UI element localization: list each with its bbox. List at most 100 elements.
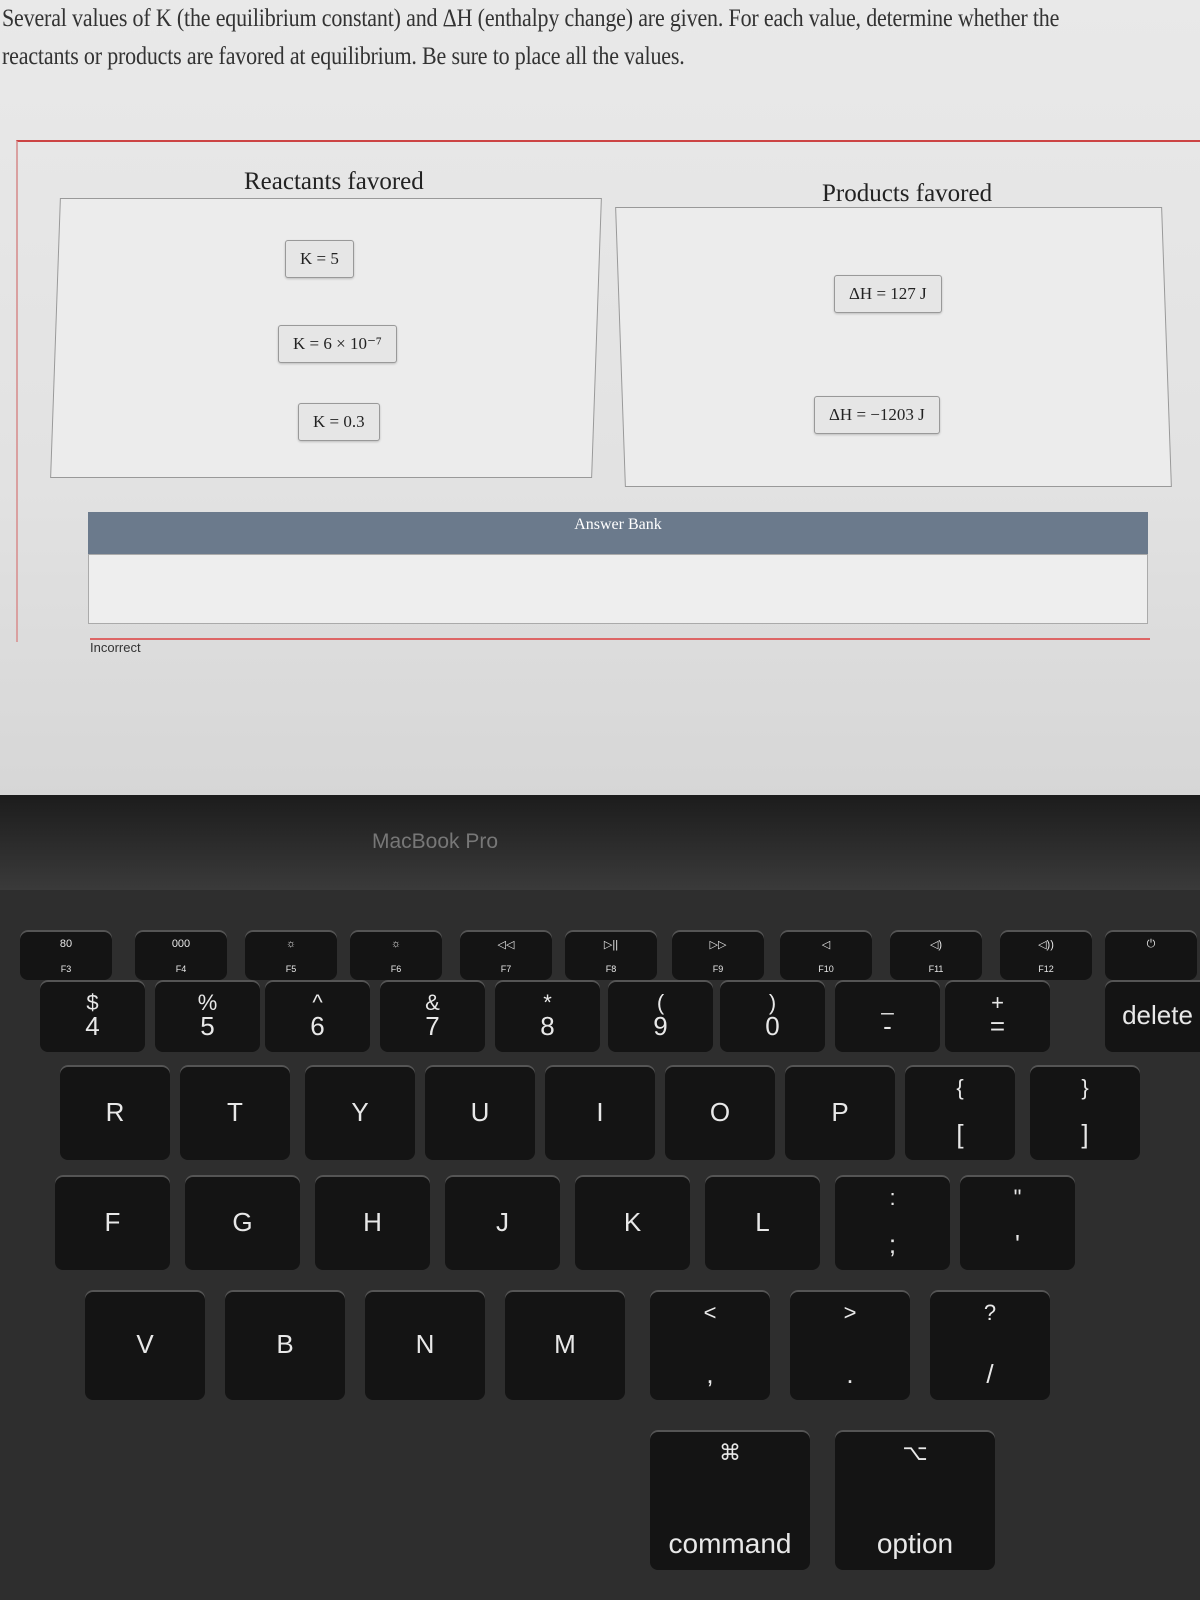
instructions: Several values of K (the equilibrium con… bbox=[2, 5, 1060, 70]
key-7[interactable]: & 7 bbox=[380, 980, 485, 1052]
key-o[interactable]: O bbox=[665, 1065, 775, 1160]
key-5[interactable]: % 5 bbox=[155, 980, 260, 1052]
key-8[interactable]: * 8 bbox=[495, 980, 600, 1052]
key-bottom-label: N bbox=[415, 1329, 435, 1359]
key-n[interactable]: N bbox=[365, 1290, 485, 1400]
key-top-label: ▷▷ bbox=[709, 939, 727, 951]
key-l[interactable]: L bbox=[705, 1175, 820, 1270]
key-59[interactable]: :; bbox=[835, 1175, 950, 1270]
key-k[interactable]: K bbox=[575, 1175, 690, 1270]
key-p[interactable]: P bbox=[785, 1065, 895, 1160]
key-bottom-label: F11 bbox=[928, 964, 944, 974]
key-bottom-label: ; bbox=[888, 1229, 897, 1259]
answer-bank[interactable] bbox=[88, 554, 1148, 624]
feedback-status: Incorrect bbox=[90, 640, 141, 655]
key-u[interactable]: U bbox=[425, 1065, 535, 1160]
key-bottom-label: 0 bbox=[765, 1011, 780, 1041]
key-power[interactable]: ⏻ bbox=[1105, 930, 1197, 980]
key-bottom-label: B bbox=[276, 1329, 294, 1359]
key-bottom-label: option bbox=[876, 1528, 954, 1559]
key-f11[interactable]: ◁) F11 bbox=[890, 930, 982, 980]
key-f5[interactable]: ☼ F5 bbox=[245, 930, 337, 980]
key-bottom-label: 8 bbox=[540, 1011, 555, 1041]
key-option[interactable]: ⌥ option bbox=[835, 1430, 995, 1570]
key-bottom-label: , bbox=[706, 1359, 714, 1389]
key-bottom-label: = bbox=[989, 1011, 1006, 1041]
key-b[interactable]: B bbox=[225, 1290, 345, 1400]
key-f3[interactable]: 80 F3 bbox=[20, 930, 112, 980]
key-bottom-label: F4 bbox=[175, 964, 187, 974]
key-91[interactable]: {[ bbox=[905, 1065, 1015, 1160]
chip-dh-127[interactable]: ΔH = 127 J bbox=[834, 275, 942, 313]
key-bottom-label: O bbox=[709, 1096, 731, 1127]
key-top-label: < bbox=[703, 1300, 717, 1325]
key-m[interactable]: M bbox=[505, 1290, 625, 1400]
key-top-label: ▷|| bbox=[603, 939, 619, 951]
key-v[interactable]: V bbox=[85, 1290, 205, 1400]
key-bottom-label: H bbox=[363, 1206, 382, 1237]
key-bottom-label: V bbox=[136, 1329, 154, 1359]
key-bottom-label: - bbox=[883, 1011, 892, 1041]
key-bottom-label: P bbox=[831, 1096, 849, 1127]
key-f12[interactable]: ◁)) F12 bbox=[1000, 930, 1092, 980]
chip-k-0-3[interactable]: K = 0.3 bbox=[298, 403, 380, 441]
key-f[interactable]: F bbox=[55, 1175, 170, 1270]
key-f8[interactable]: ▷|| F8 bbox=[565, 930, 657, 980]
key-bottom-label: command bbox=[668, 1528, 792, 1559]
key-bottom-label: T bbox=[227, 1096, 243, 1127]
key-bottom-label: F8 bbox=[605, 964, 617, 974]
key-y[interactable]: Y bbox=[305, 1065, 415, 1160]
products-title: Products favored bbox=[822, 180, 993, 207]
frame-divider bbox=[90, 638, 1150, 640]
key-bottom-label: F6 bbox=[390, 964, 402, 974]
reactants-title: Reactants favored bbox=[244, 168, 424, 195]
chip-k-5[interactable]: K = 5 bbox=[285, 240, 354, 278]
key-6[interactable]: ^ 6 bbox=[265, 980, 370, 1052]
key-bottom-label: ] bbox=[1081, 1119, 1089, 1149]
key-top-label: ⏻ bbox=[1146, 938, 1156, 950]
key-0[interactable]: ) 0 bbox=[720, 980, 825, 1052]
key-bottom-label: Y bbox=[351, 1096, 369, 1127]
key-93[interactable]: }] bbox=[1030, 1065, 1140, 1160]
key-h[interactable]: H bbox=[315, 1175, 430, 1270]
key-g[interactable]: G bbox=[185, 1175, 300, 1270]
key-j[interactable]: J bbox=[445, 1175, 560, 1270]
key-61[interactable]: + = bbox=[945, 980, 1050, 1052]
key-46[interactable]: >. bbox=[790, 1290, 910, 1400]
key-top-label: ⌥ bbox=[902, 1440, 928, 1465]
key-top-label: ☼ bbox=[390, 938, 402, 950]
keyboard: 80 F3 000 F4 ☼ F5 ☼ F6 ◁◁ F7 ▷|| F8 ▷▷ F9 ◁ F10 ◁) F11 ◁))… bbox=[0, 890, 1200, 1600]
key-47[interactable]: ? / bbox=[930, 1290, 1050, 1400]
key-39[interactable]: " ' bbox=[960, 1175, 1075, 1270]
key-bottom-label: U bbox=[470, 1096, 490, 1127]
key-4[interactable]: $4 bbox=[40, 980, 145, 1052]
key-f4[interactable]: 000 F4 bbox=[135, 930, 227, 980]
key-r[interactable]: R bbox=[60, 1065, 170, 1160]
key-bottom-label: . bbox=[846, 1359, 854, 1389]
key-f9[interactable]: ▷▷ F9 bbox=[672, 930, 764, 980]
key-bottom-label: M bbox=[554, 1329, 576, 1359]
key-bottom-label: I bbox=[596, 1096, 604, 1127]
key-44[interactable]: <, bbox=[650, 1290, 770, 1400]
key-command[interactable]: ⌘ command bbox=[650, 1430, 810, 1570]
key-bottom-label: delete bbox=[1122, 1000, 1193, 1030]
key-delete[interactable]: delete bbox=[1105, 980, 1200, 1052]
key-t[interactable]: T bbox=[180, 1065, 290, 1160]
key-top-label: > bbox=[843, 1300, 857, 1325]
products-drop-zone[interactable] bbox=[615, 207, 1172, 487]
key-bottom-label: 9 bbox=[653, 1011, 668, 1041]
screen-bezel bbox=[0, 795, 1200, 890]
key-9[interactable]: (9 bbox=[608, 980, 713, 1052]
key-f7[interactable]: ◁◁ F7 bbox=[460, 930, 552, 980]
key-bottom-label: G bbox=[232, 1206, 253, 1237]
key-bottom-label: L bbox=[755, 1206, 770, 1237]
key-bottom-label: F3 bbox=[60, 964, 72, 974]
chip-dh-neg1203[interactable]: ΔH = −1203 J bbox=[814, 396, 940, 434]
key-f6[interactable]: ☼ F6 bbox=[350, 930, 442, 980]
key-i[interactable]: I bbox=[545, 1065, 655, 1160]
chip-k-6e-7[interactable]: K = 6 × 10⁻⁷ bbox=[278, 325, 397, 363]
key-45[interactable]: _ - bbox=[835, 980, 940, 1052]
key-f10[interactable]: ◁ F10 bbox=[780, 930, 872, 980]
key-bottom-label: 4 bbox=[85, 1011, 100, 1041]
key-top-label: 000 bbox=[171, 938, 191, 950]
